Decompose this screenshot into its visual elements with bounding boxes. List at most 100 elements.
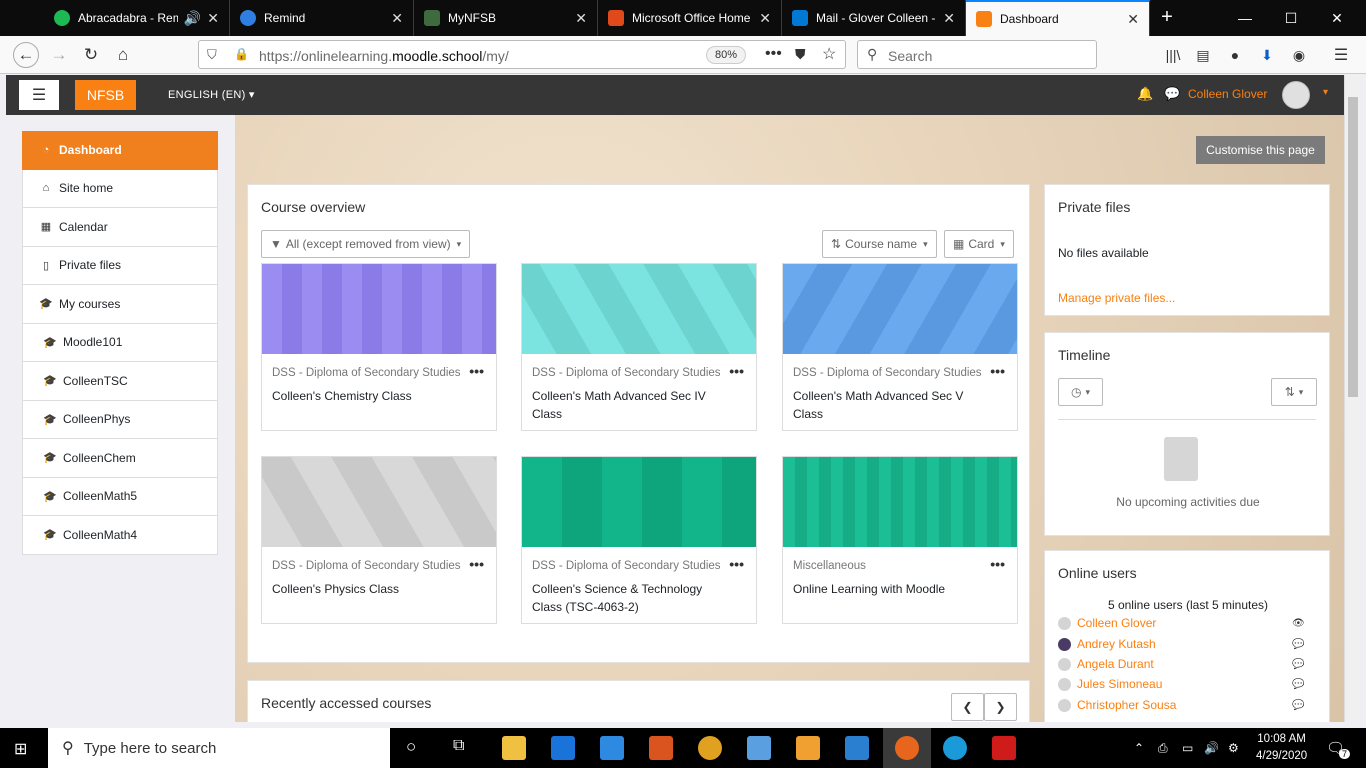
bookmark-star-icon[interactable]: ☆ (822, 44, 836, 64)
message-icon[interactable]: 💬 (1292, 679, 1304, 690)
course-name[interactable]: Colleen's Math Advanced Sec V Class (793, 387, 993, 423)
skype-icon[interactable] (943, 736, 967, 760)
pocket-icon[interactable]: ⛊ (795, 46, 806, 63)
course-name[interactable]: Colleen's Science & Technology Class (TS… (532, 580, 732, 616)
more-actions-icon[interactable]: ••• (729, 363, 744, 379)
sidebar-item-course[interactable]: 🎓 ColleenMath4 (22, 516, 218, 555)
more-actions-icon[interactable]: ••• (469, 556, 484, 572)
filter-dropdown[interactable]: ▼ All (except removed from view) ▾ (261, 230, 471, 258)
customise-page-button[interactable]: Customise this page (1196, 136, 1325, 164)
tab-mail[interactable]: Mail - Glover Colleen - ✕ (782, 0, 966, 36)
next-button[interactable]: ❯ (984, 693, 1017, 721)
course-card[interactable]: DSS - Diploma of Secondary Studies ••• C… (261, 456, 497, 624)
sidebar-item-calendar[interactable]: ▦ Calendar (22, 208, 218, 247)
sidebar-item-dashboard[interactable]: ◔ Dashboard (22, 131, 218, 170)
shield-icon[interactable]: ⛉ (207, 47, 217, 63)
lock-icon[interactable]: 🔒 (234, 47, 249, 61)
clock[interactable]: 10:08 AM 4/29/2020 (1256, 728, 1307, 768)
online-user[interactable]: Andrey Kutash 💬 (1058, 635, 1304, 653)
online-user[interactable]: Colleen Glover 👁 (1058, 614, 1305, 632)
tab-abracadabra[interactable]: Abracadabra - Rema 🔊 ✕ (44, 0, 230, 36)
file-explorer-icon[interactable] (502, 736, 526, 760)
home-icon[interactable]: ⌂ (110, 42, 136, 68)
language-menu[interactable]: ENGLISH (EN) ▾ (168, 88, 255, 101)
edge-icon[interactable] (551, 736, 575, 760)
battery-icon[interactable]: ▭ (1182, 728, 1193, 768)
course-name[interactable]: Colleen's Chemistry Class (272, 387, 472, 405)
online-user[interactable]: Christopher Sousa 💬 (1058, 696, 1304, 714)
sidebar-item-course[interactable]: 🎓 ColleenChem (22, 439, 218, 478)
avatar[interactable] (1282, 81, 1310, 109)
url-text[interactable]: https://onlinelearning.moodle.school/my/ (259, 48, 509, 64)
eye-icon[interactable]: 👁 (1292, 618, 1305, 629)
office-app-icon[interactable] (649, 736, 673, 760)
sidebar-item-my-courses[interactable]: 🎓 My courses (22, 285, 218, 324)
sort-dropdown[interactable]: ⇅ Course name ▾ (822, 230, 937, 258)
scrollbar-thumb[interactable] (1348, 97, 1358, 397)
tab-dashboard[interactable]: Dashboard ✕ (966, 0, 1150, 36)
notification-bell-icon[interactable]: 🔔 (1137, 86, 1153, 102)
mail-icon[interactable] (845, 736, 869, 760)
close-icon[interactable]: ✕ (943, 10, 955, 27)
account-icon[interactable]: ◉ (1286, 42, 1312, 68)
course-name[interactable]: Colleen's Math Advanced Sec IV Class (532, 387, 732, 423)
online-user[interactable]: Jules Simoneau 💬 (1058, 675, 1304, 693)
more-actions-icon[interactable]: ••• (469, 363, 484, 379)
sidebar-item-site-home[interactable]: ⌂ Site home (22, 169, 218, 208)
course-card[interactable]: DSS - Diploma of Secondary Studies ••• C… (521, 456, 757, 624)
course-card[interactable]: DSS - Diploma of Secondary Studies ••• C… (521, 263, 757, 431)
close-window-button[interactable]: ✕ (1314, 0, 1360, 36)
volume-icon[interactable]: 🔊 (1204, 728, 1219, 768)
message-icon[interactable]: 💬 (1292, 659, 1304, 670)
page-scrollbar[interactable] (1344, 75, 1360, 722)
windows-start-icon[interactable]: ⊞ (14, 739, 27, 759)
timeline-sort-dropdown[interactable]: ⇅ ▾ (1271, 378, 1317, 406)
view-dropdown[interactable]: ▦ Card ▾ (944, 230, 1014, 258)
sidebar-item-private-files[interactable]: ▯ Private files (22, 246, 218, 285)
tab-mynfsb[interactable]: MyNFSB ✕ (414, 0, 598, 36)
brand-logo[interactable]: NFSB (75, 80, 136, 110)
user-name[interactable]: Colleen Glover (1188, 87, 1267, 101)
network-icon[interactable]: ⚙ (1228, 728, 1239, 768)
remote-desktop-icon[interactable] (747, 736, 771, 760)
tray-chevron-icon[interactable]: ⌃ (1134, 728, 1144, 768)
extension-icon[interactable]: ● (1222, 42, 1248, 68)
course-name[interactable]: Colleen's Physics Class (272, 580, 472, 598)
tab-remind[interactable]: Remind ✕ (230, 0, 414, 36)
printer-icon[interactable]: ⎙ (1158, 728, 1168, 768)
course-card[interactable]: DSS - Diploma of Secondary Studies ••• C… (782, 263, 1018, 431)
download-icon[interactable]: ⬇ (1254, 42, 1280, 68)
timeline-filter-dropdown[interactable]: ◷ ▾ (1058, 378, 1103, 406)
chevron-down-icon[interactable]: ▾ (1323, 87, 1328, 98)
reload-button[interactable]: ↻ (78, 42, 104, 68)
menu-icon[interactable]: ☰ (1328, 42, 1354, 68)
course-name[interactable]: Online Learning with Moodle (793, 580, 993, 598)
sidebar-icon[interactable]: ▤ (1190, 42, 1216, 68)
minimize-button[interactable]: — (1222, 0, 1268, 36)
sidebar-item-course[interactable]: 🎓 ColleenMath5 (22, 477, 218, 516)
search-input[interactable]: ⚲ Search (857, 40, 1097, 69)
tab-office-home[interactable]: Microsoft Office Home ✕ (598, 0, 782, 36)
sidebar-item-course[interactable]: 🎓 ColleenPhys (22, 400, 218, 439)
prev-button[interactable]: ❮ (951, 693, 984, 721)
firefox-taskbar-button[interactable] (883, 728, 931, 768)
course-card[interactable]: Miscellaneous ••• Online Learning with M… (782, 456, 1018, 624)
sidebar-item-course[interactable]: 🎓 ColleenTSC (22, 362, 218, 401)
close-icon[interactable]: ✕ (1127, 11, 1139, 28)
message-icon[interactable]: 💬 (1292, 700, 1304, 711)
hamburger-menu-button[interactable]: ☰ (19, 80, 59, 110)
more-actions-icon[interactable]: ••• (990, 363, 1005, 379)
close-icon[interactable]: ✕ (391, 10, 403, 27)
message-icon[interactable]: 💬 (1292, 639, 1304, 650)
cortana-icon[interactable]: ○ (406, 737, 416, 757)
close-icon[interactable]: ✕ (575, 10, 587, 27)
manage-files-link[interactable]: Manage private files... (1058, 291, 1175, 305)
more-icon[interactable]: ••• (765, 45, 782, 63)
task-view-icon[interactable]: ⧉ (453, 737, 464, 755)
action-center-icon[interactable]: 🗨 7 (1326, 728, 1351, 768)
acrobat-icon[interactable] (992, 736, 1016, 760)
maximize-button[interactable]: ☐ (1268, 0, 1314, 36)
forward-button[interactable]: → (46, 42, 72, 68)
chrome-icon[interactable] (698, 736, 722, 760)
online-user[interactable]: Angela Durant 💬 (1058, 655, 1304, 673)
